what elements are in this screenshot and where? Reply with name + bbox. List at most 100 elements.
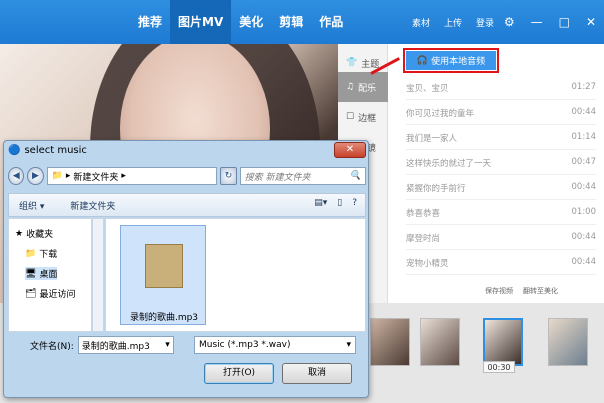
tab-photo-mv[interactable]: 图片MV bbox=[170, 0, 232, 44]
cancel-button[interactable]: 取消 bbox=[282, 363, 352, 384]
help-icon[interactable]: ? bbox=[352, 198, 357, 208]
chevron-right-icon: ▸ bbox=[121, 171, 126, 181]
song-item[interactable]: 我们是一家人 01:14 bbox=[406, 132, 596, 150]
dialog-close-button[interactable]: ✕ bbox=[334, 142, 366, 158]
flip-to-beautify-button[interactable]: 翻转至美化 bbox=[523, 286, 558, 296]
song-item[interactable]: 摩登时尚 00:44 bbox=[406, 232, 596, 250]
new-folder-button[interactable]: 新建文件夹 bbox=[70, 199, 115, 212]
audio-file-icon bbox=[145, 244, 183, 288]
song-title: 宝贝、宝贝 bbox=[406, 84, 449, 94]
sidebar-item-label: 配乐 bbox=[358, 83, 377, 94]
folder-icon: 📁 bbox=[51, 171, 63, 181]
dialog-title-bar: 🔵 select music bbox=[8, 145, 87, 156]
preview-pane-icon[interactable]: ▯ bbox=[337, 198, 342, 208]
tab-recommend[interactable]: 推荐 bbox=[130, 0, 170, 44]
refresh-icon[interactable]: ↻ bbox=[220, 167, 237, 185]
use-local-audio-button[interactable]: 🎧 使用本地音频 bbox=[406, 51, 496, 70]
timeline-thumb[interactable] bbox=[370, 318, 410, 366]
song-duration: 00:44 bbox=[571, 257, 597, 267]
song-item[interactable]: 紧握你的手前行 00:44 bbox=[406, 182, 596, 200]
shirt-icon: 👕 bbox=[346, 58, 358, 68]
song-title: 恭喜恭喜 bbox=[406, 209, 441, 219]
tree-item-label: 最近访问 bbox=[39, 290, 76, 300]
folder-tree: ★ 收藏夹 📁 下载 🖥 桌面 🗂 最近访问 bbox=[8, 218, 92, 332]
tree-item-label: 桌面 bbox=[39, 270, 58, 280]
song-item[interactable]: 这样快乐的就过了一天 00:47 bbox=[406, 157, 596, 175]
search-input[interactable]: 搜索 新建文件夹 🔍 bbox=[239, 167, 367, 185]
tree-item-favorites[interactable]: ★ 收藏夹 bbox=[15, 227, 53, 241]
window-controls: ⚙ — □ ✕ bbox=[504, 0, 596, 44]
top-actions: 素材 上传 登录 bbox=[412, 0, 494, 44]
song-title: 摩登时尚 bbox=[406, 234, 441, 244]
file-type-select[interactable]: Music (*.mp3 *.wav) ▾ bbox=[194, 336, 356, 354]
dialog-title: select music bbox=[24, 145, 87, 156]
file-type-value: Music (*.mp3 *.wav) bbox=[199, 340, 291, 350]
tree-item-downloads[interactable]: 📁 下载 bbox=[25, 247, 58, 261]
select-music-dialog: 🔵 select music ✕ ◀ ▶ 📁 ▸ 新建文件夹 ▸ ↻ 搜索 新建… bbox=[3, 140, 369, 398]
search-placeholder: 搜索 新建文件夹 bbox=[244, 172, 311, 183]
desktop-icon: 🖥 bbox=[25, 268, 37, 279]
materials-link[interactable]: 素材 bbox=[412, 16, 430, 29]
tab-edit[interactable]: 剪辑 bbox=[271, 0, 311, 44]
settings-icon[interactable]: ⚙ bbox=[504, 15, 515, 29]
chevron-right-icon: ▸ bbox=[65, 171, 71, 181]
close-icon[interactable]: ✕ bbox=[586, 15, 596, 29]
open-button[interactable]: 打开(O) bbox=[204, 363, 274, 384]
dialog-toolbar: 组织 ▾ 新建文件夹 ▤▾ ▯ ? bbox=[8, 193, 366, 217]
local-audio-highlight: 🎧 使用本地音频 bbox=[403, 48, 499, 73]
tree-item-label: 下载 bbox=[39, 250, 58, 260]
sidebar-item-label: 边框 bbox=[358, 113, 377, 124]
song-item[interactable]: 恭喜恭喜 01:00 bbox=[406, 207, 596, 225]
song-duration: 00:44 bbox=[571, 182, 597, 192]
forward-arrow-icon[interactable]: ▶ bbox=[27, 167, 44, 185]
song-duration: 00:47 bbox=[571, 157, 597, 167]
address-bar[interactable]: 📁 ▸ 新建文件夹 ▸ bbox=[46, 167, 218, 185]
use-local-audio-label: 使用本地音频 bbox=[431, 57, 486, 67]
file-item[interactable]: 录制的歌曲.mp3 bbox=[120, 225, 206, 325]
song-duration: 01:00 bbox=[571, 207, 597, 217]
search-icon: 🔍 bbox=[349, 171, 362, 181]
chevron-down-icon: ▾ bbox=[165, 340, 170, 350]
sidebar-item-frame[interactable]: ☐ 边框 bbox=[338, 102, 388, 132]
song-title: 这样快乐的就过了一天 bbox=[406, 159, 492, 169]
song-title: 你可见过我的童年 bbox=[406, 109, 475, 119]
save-video-button[interactable]: 保存视频 bbox=[485, 286, 513, 296]
organize-menu[interactable]: 组织 ▾ bbox=[19, 199, 44, 212]
tree-scrollbar[interactable] bbox=[92, 218, 104, 332]
dialog-nav-row: ◀ ▶ 📁 ▸ 新建文件夹 ▸ ↻ 搜索 新建文件夹 🔍 bbox=[8, 165, 367, 187]
song-item[interactable]: 宠物小精灵 00:44 bbox=[406, 257, 596, 275]
star-icon: ★ bbox=[15, 228, 24, 239]
recent-places-icon: 🗂 bbox=[25, 288, 37, 299]
timeline-thumb[interactable] bbox=[420, 318, 460, 366]
song-item[interactable]: 宝贝、宝贝 01:27 bbox=[406, 82, 596, 100]
download-folder-icon: 📁 bbox=[25, 248, 37, 259]
view-controls: ▤▾ ▯ ? bbox=[314, 198, 357, 208]
address-path: 新建文件夹 bbox=[73, 172, 119, 183]
timeline-thumb-selected[interactable] bbox=[483, 318, 523, 366]
upload-link[interactable]: 上传 bbox=[444, 16, 462, 29]
maximize-icon[interactable]: □ bbox=[559, 15, 570, 29]
top-bar: 推荐 图片MV 美化 剪辑 作品 素材 上传 登录 ⚙ — □ ✕ bbox=[0, 0, 604, 44]
timeline-time: 00:30 bbox=[483, 361, 515, 373]
filename-input[interactable]: 录制的歌曲.mp3 ▾ bbox=[77, 336, 174, 354]
headphones-icon: 🎧 bbox=[416, 55, 429, 66]
tab-beautify[interactable]: 美化 bbox=[231, 0, 271, 44]
app-icon: 🔵 bbox=[8, 145, 21, 156]
panel-actions: 保存视频 翻转至美化 bbox=[485, 286, 558, 296]
file-name: 录制的歌曲.mp3 bbox=[129, 313, 199, 323]
song-duration: 00:44 bbox=[571, 107, 597, 117]
view-mode-icon[interactable]: ▤▾ bbox=[314, 198, 327, 208]
song-duration: 01:27 bbox=[571, 82, 597, 92]
sidebar-item-music[interactable]: ♫ 配乐 bbox=[338, 72, 388, 102]
tree-item-desktop[interactable]: 🖥 桌面 bbox=[25, 267, 58, 280]
timeline-thumb[interactable] bbox=[548, 318, 588, 366]
tree-item-recent[interactable]: 🗂 最近访问 bbox=[25, 287, 76, 301]
login-link[interactable]: 登录 bbox=[476, 16, 494, 29]
filename-label: 文件名(N): bbox=[30, 341, 74, 352]
minimize-icon[interactable]: — bbox=[531, 15, 543, 29]
song-title: 我们是一家人 bbox=[406, 134, 458, 144]
tab-works[interactable]: 作品 bbox=[311, 0, 351, 44]
back-arrow-icon[interactable]: ◀ bbox=[8, 167, 25, 185]
frame-icon: ☐ bbox=[346, 112, 355, 122]
song-item[interactable]: 你可见过我的童年 00:44 bbox=[406, 107, 596, 125]
